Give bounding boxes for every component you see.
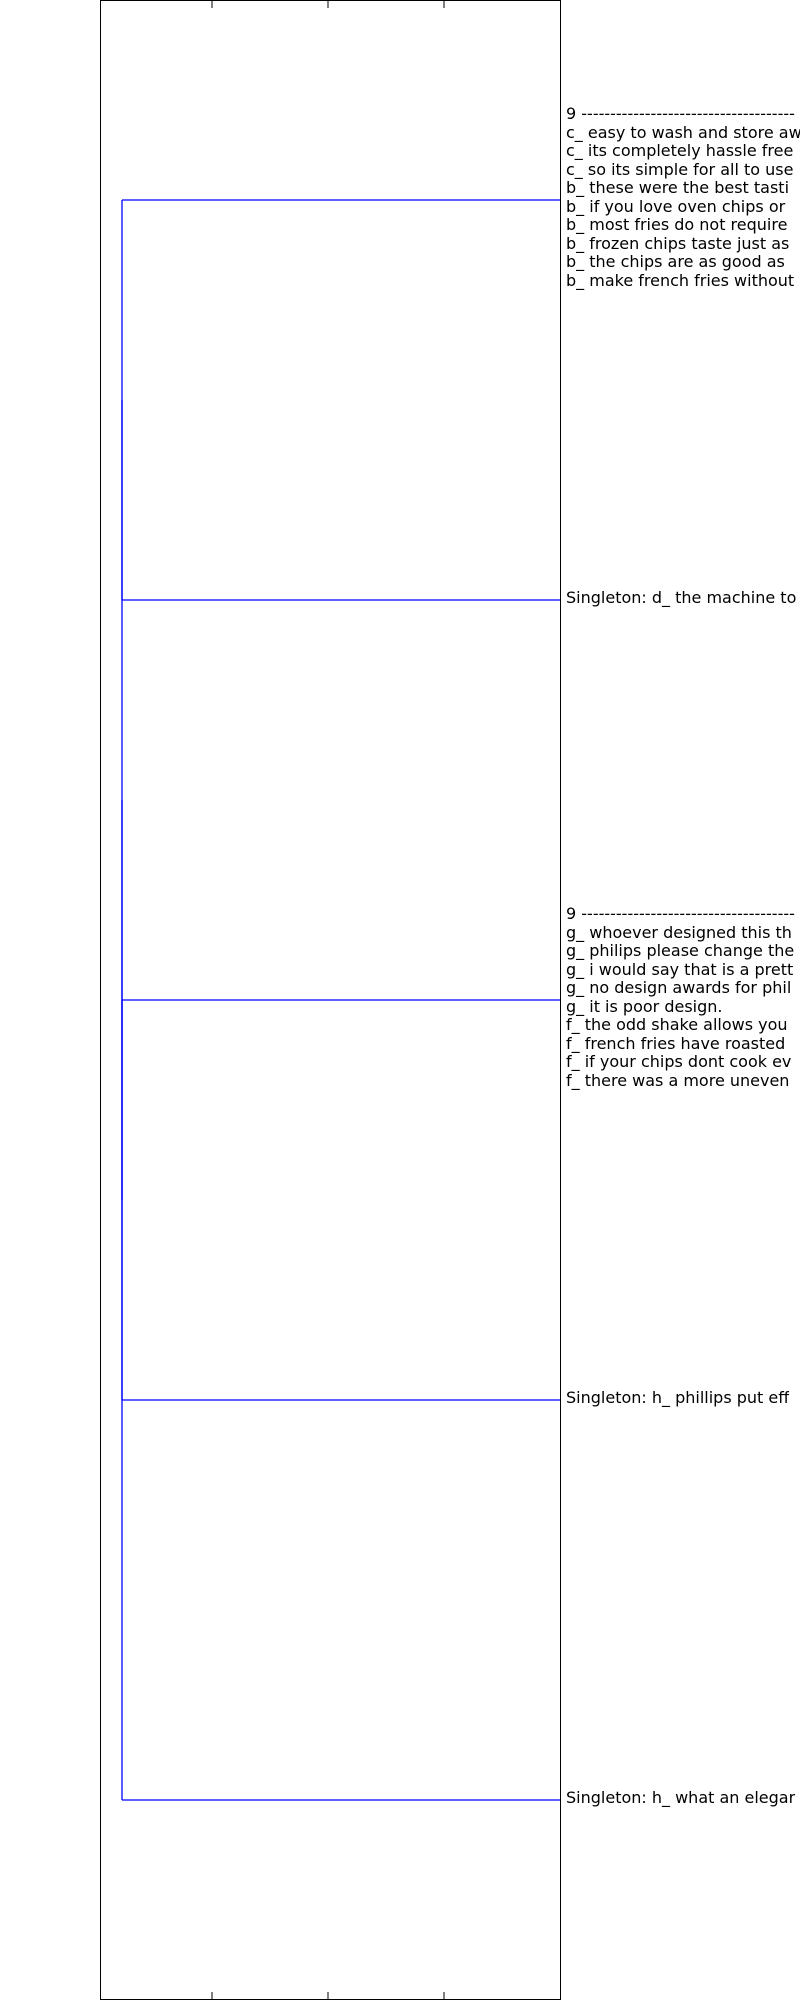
leaf-label-line: c_ its completely hassle free — [566, 141, 794, 160]
leaf-label: Singleton: h_ phillips put eff — [566, 1389, 789, 1408]
leaf-label-line: f_ if your chips dont cook ev — [566, 1052, 792, 1071]
leaf-label-line: b_ frozen chips taste just as — [566, 233, 790, 253]
leaf-label-line: 9 ------------------------------------- — [566, 905, 795, 923]
leaf-label-line: c_ so its simple for all to use — [566, 159, 794, 179]
leaf-label-line: g_ no design awards for phil — [566, 978, 792, 997]
leaf-label-line: Singleton: h_ what an elegar — [566, 1789, 796, 1807]
leaf-label-line: b_ if you love oven chips or — [566, 196, 786, 216]
leaf-label-line: b_ make french fries without — [566, 270, 795, 290]
leaf-label-line: Singleton: d_ the machine to — [566, 589, 797, 607]
leaf-label-line: f_ there was a more uneven — [566, 1070, 790, 1090]
leaf-label: 9 ------------------------------------- c… — [566, 105, 800, 290]
leaf-label-line: 9 ------------------------------------- — [566, 105, 795, 123]
leaf-label-line: g_ philips please change the — [566, 941, 795, 960]
leaf-label-line: b_ most fries do not require — [566, 215, 788, 234]
leaf-label-line: f_ french fries have roasted — [566, 1033, 786, 1053]
leaf-label: Singleton: h_ what an elegar — [566, 1789, 795, 1808]
leaf-label: 9 ------------------------------------- g… — [566, 905, 795, 1090]
leaf-label: Singleton: d_ the machine to — [566, 589, 796, 608]
leaf-label-line: f_ the odd shake allows you — [566, 1015, 788, 1034]
leaf-label-line: b_ the chips are as good as — [566, 252, 785, 271]
leaf-label-line: Singleton: h_ phillips put eff — [566, 1389, 790, 1407]
leaf-label-line: c_ easy to wash and store aw — [566, 122, 800, 142]
leaf-label-line: g_ it is poor design. — [566, 996, 723, 1016]
leaf-label-line: g_ i would say that is a prett — [566, 959, 794, 979]
leaf-label-line: g_ whoever designed this th — [566, 922, 792, 942]
leaf-label-line: b_ these were the best tasti — [566, 178, 790, 197]
